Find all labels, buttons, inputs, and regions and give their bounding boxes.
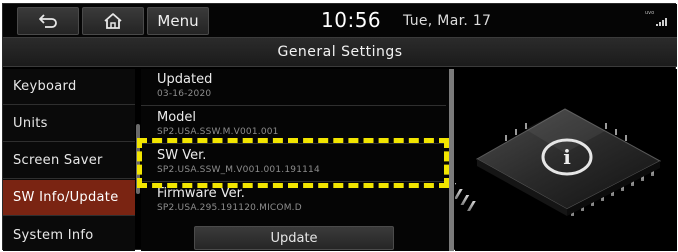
row-value: SP2.USA.295.191120.MICOM.D	[157, 203, 302, 213]
sidebar-item-screen-saver[interactable]: Screen Saver	[3, 143, 135, 179]
sidebar-item-units[interactable]: Units	[3, 106, 135, 142]
sidebar: Keyboard Units Screen Saver SW Info/Upda…	[3, 69, 135, 251]
list-scrollbar[interactable]	[449, 69, 454, 251]
sidebar-item-keyboard[interactable]: Keyboard	[3, 69, 135, 105]
row-value: 03-16-2020	[157, 89, 212, 99]
update-button[interactable]: Update	[194, 226, 394, 250]
illustration-panel: i	[455, 69, 677, 251]
signal-icon: uvo	[645, 10, 669, 27]
page-title: General Settings	[3, 37, 677, 67]
sidebar-item-sw-info-update[interactable]: SW Info/Update	[3, 180, 135, 216]
home-button[interactable]	[82, 7, 144, 35]
menu-button[interactable]: Menu	[147, 7, 209, 35]
highlight-box	[137, 138, 449, 188]
back-button[interactable]	[17, 7, 79, 35]
list-item-firmware-version: Firmware Ver. SP2.USA.295.191120.MICOM.D	[141, 183, 446, 220]
svg-text:i: i	[563, 145, 571, 169]
status-bar: Menu 10:56 Tue, Mar. 17 uvo	[3, 4, 677, 37]
list-item-updated: Updated 03-16-2020	[141, 69, 446, 106]
info-chip-icon: i	[455, 108, 662, 216]
row-label: Updated	[157, 72, 213, 87]
row-label: Model	[157, 110, 197, 125]
row-value: SP2.USA.SSW.M.V001.001	[157, 127, 279, 137]
row-label: Firmware Ver.	[157, 186, 245, 201]
date-display: Tue, Mar. 17	[403, 13, 492, 29]
head-unit-screen: Menu 10:56 Tue, Mar. 17 uvo General Sett…	[2, 3, 677, 251]
sidebar-item-system-info[interactable]: System Info	[3, 217, 135, 252]
home-icon	[104, 13, 122, 29]
signal-label: uvo	[645, 10, 655, 16]
clock: 10:56	[321, 8, 382, 32]
back-arrow-icon	[39, 14, 57, 28]
